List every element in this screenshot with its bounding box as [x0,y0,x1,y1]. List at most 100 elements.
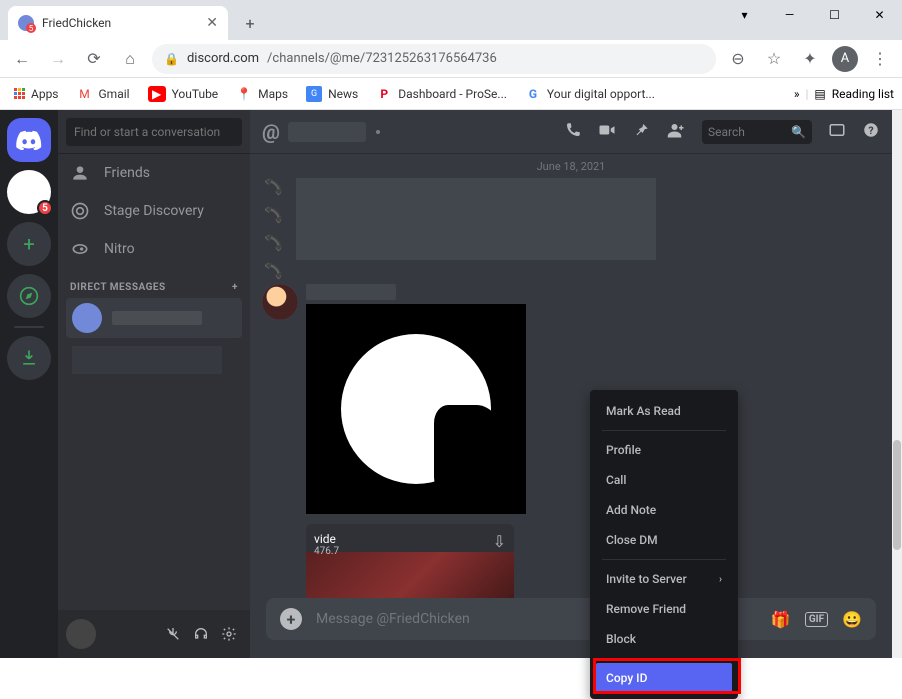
friends-nav[interactable]: Friends [58,154,250,192]
compass-icon [19,286,39,306]
call-icon: 📞 [264,262,282,281]
gif-button[interactable]: GIF [805,612,828,627]
video-call-button[interactable] [598,121,616,143]
ctx-remove-friend[interactable]: Remove Friend [596,594,732,624]
browser-tab-strip: FriedChicken ✕ + ▾ — ☐ ✕ [0,0,902,40]
inbox-button[interactable] [828,121,846,143]
download-attachment-button[interactable]: ⇩ [493,532,506,551]
create-dm-button[interactable]: + [232,282,238,293]
deafen-button[interactable] [188,621,214,647]
pinterest-icon: P [376,86,392,102]
extensions-icon[interactable]: ✦ [796,45,824,73]
gift-button[interactable]: 🎁 [771,610,791,629]
minimize-button[interactable]: — [767,0,812,30]
search-icon: 🔍 [791,125,806,139]
home-button[interactable] [7,118,51,162]
profile-avatar[interactable]: A [832,46,858,72]
browser-menu-icon[interactable]: ⋮ [866,45,894,73]
video-icon [598,121,616,139]
channel-name-redacted [288,122,366,142]
maps-bookmark[interactable]: 📍Maps [230,82,294,106]
attachment-filesize: 476.7 [314,546,339,557]
bookmarks-overflow[interactable]: » [794,87,800,101]
nitro-nav[interactable]: Nitro [58,230,250,268]
ctx-call[interactable]: Call [596,465,732,495]
back-button[interactable]: ← [8,45,36,73]
download-icon [19,348,39,368]
close-window-button[interactable]: ✕ [857,0,902,30]
browser-toolbar: ← → ⟳ ⌂ 🔒 discord.com/channels/@me/72312… [0,40,902,78]
page-scrollbar[interactable] [892,110,902,658]
pinned-messages-button[interactable] [632,121,650,143]
ctx-copy-id[interactable]: Copy ID [596,663,732,693]
message-header [306,284,396,300]
status-indicator [374,128,382,136]
channel-sidebar: Friends Stage Discovery Nitro DIRECT MES… [58,110,250,658]
explore-servers-button[interactable] [7,274,51,318]
chevron-right-icon: › [719,574,722,585]
tab-title: FriedChicken [42,16,111,30]
ctx-block[interactable]: Block [596,624,732,654]
attachment-filename: vide [314,532,339,546]
server-list: 5 + [0,110,58,658]
message-avatar[interactable] [262,284,298,320]
gmail-bookmark[interactable]: MGmail [71,82,136,106]
forward-button[interactable]: → [44,45,72,73]
date-divider: June 18, 2021 [250,154,892,179]
reading-list-icon: ▤ [814,87,825,101]
call-icon: 📞 [264,234,282,253]
scrollbar-thumb[interactable] [893,440,901,550]
stage-discovery-nav[interactable]: Stage Discovery [58,192,250,230]
dm-item-active[interactable] [66,298,242,338]
google-icon: G [525,86,541,102]
bookmark-star-icon[interactable]: ☆ [760,45,788,73]
maximize-button[interactable]: ☐ [812,0,857,30]
ctx-mark-as-read[interactable]: Mark As Read [596,396,732,426]
address-bar[interactable]: 🔒 discord.com/channels/@me/7231252631765… [152,44,716,74]
dm-name-redacted [112,311,202,325]
zoom-icon[interactable]: ⊖ [724,45,752,73]
reload-button[interactable]: ⟳ [80,45,108,73]
user-avatar[interactable] [66,619,96,649]
emoji-button[interactable]: 😀 [842,610,862,629]
message-search[interactable]: Search 🔍 [702,120,812,144]
new-tab-button[interactable]: + [236,9,264,37]
ctx-invite-to-server[interactable]: Invite to Server› [596,564,732,594]
pinterest-bookmark[interactable]: PDashboard - ProSe... [370,82,513,106]
conversation-search-input[interactable] [66,118,242,146]
settings-button[interactable] [216,621,242,647]
video-attachment[interactable]: vide 476.7 ⇩ [306,524,514,598]
voice-call-button[interactable] [564,121,582,143]
home-button[interactable]: ⌂ [116,45,144,73]
help-button[interactable]: ? [862,121,880,143]
user-context-menu: Mark As Read Profile Call Add Note Close… [590,390,738,699]
message-list[interactable]: June 18, 2021 📞 📞 📞 📞 vide 476.7 ⇩ [250,154,892,598]
dm-server-item[interactable]: 5 [7,170,51,214]
news-bookmark[interactable]: GNews [300,82,364,106]
apps-grid-icon [14,88,25,99]
ctx-close-dm[interactable]: Close DM [596,525,732,555]
download-apps-button[interactable] [7,336,51,380]
message-input[interactable]: + Message @FriedChicken 🎁 GIF 😀 [266,598,876,640]
message-input-area: + Message @FriedChicken 🎁 GIF 😀 [250,598,892,658]
image-attachment[interactable] [306,304,526,514]
main-chat-area: @ Search 🔍 ? June 18, 2021 📞 📞 [250,110,892,658]
close-tab-icon[interactable]: ✕ [206,15,218,31]
lock-icon: 🔒 [164,52,179,66]
apps-bookmark[interactable]: Apps [8,83,65,105]
reading-list-button[interactable]: Reading list [832,87,894,101]
dropdown-icon[interactable]: ▾ [722,0,767,30]
attach-button[interactable]: + [280,608,302,630]
browser-tab[interactable]: FriedChicken ✕ [8,6,228,40]
youtube-bookmark[interactable]: ▶YouTube [142,82,225,106]
ctx-profile[interactable]: Profile [596,435,732,465]
inbox-icon [828,121,846,139]
mute-button[interactable] [160,621,186,647]
call-history: 📞 📞 📞 📞 [264,178,283,280]
add-server-button[interactable]: + [7,222,51,266]
google-bookmark[interactable]: GYour digital opport... [519,82,661,106]
add-friends-button[interactable] [666,121,686,143]
dm-item[interactable] [66,340,242,380]
ctx-add-note[interactable]: Add Note [596,495,732,525]
phone-icon [564,121,582,139]
